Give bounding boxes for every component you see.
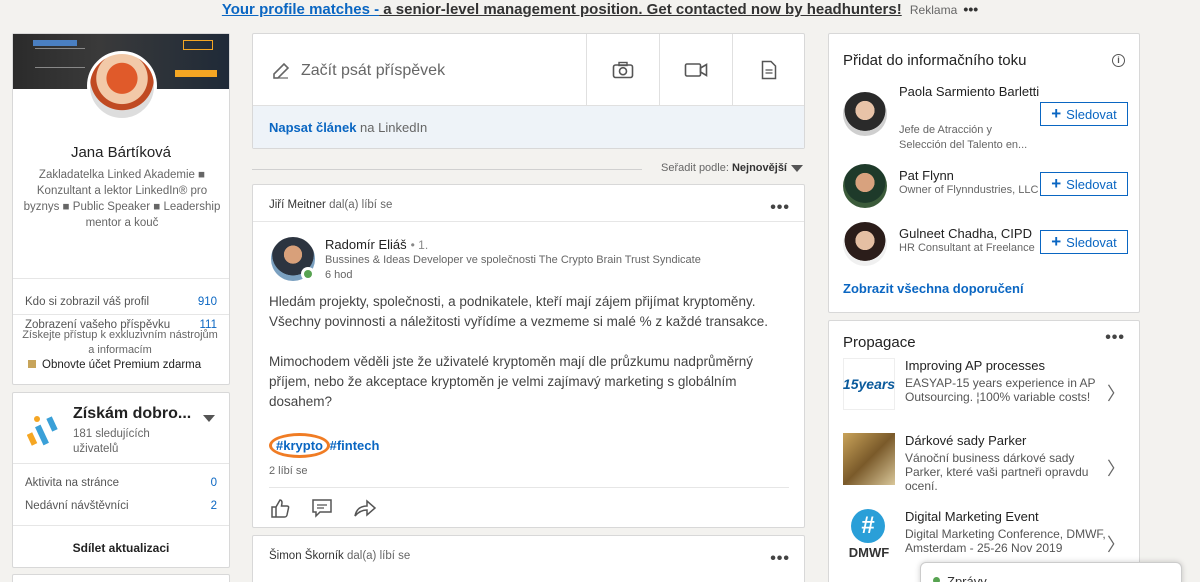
like-icon[interactable] <box>269 497 293 519</box>
post-composer: Začít psát příspěvek Napsat článek na Li… <box>252 33 805 149</box>
top-ad-banner[interactable]: Your profile matches - a senior-level ma… <box>0 0 1200 20</box>
promotions-title: Propagace <box>843 334 916 351</box>
promo-more-icon[interactable]: ••• <box>1105 329 1125 347</box>
stat-page-activity[interactable]: Aktivita na stránce 0 <box>25 477 217 489</box>
comment-icon[interactable] <box>311 497 335 519</box>
profile-name[interactable]: Jana Bártíková <box>13 144 229 161</box>
video-button[interactable] <box>659 34 732 106</box>
write-article-link[interactable]: Napsat článek na LinkedIn <box>269 120 427 135</box>
premium-icon <box>28 360 36 368</box>
document-icon <box>761 60 777 80</box>
pencil-icon <box>273 62 290 79</box>
camera-icon <box>612 61 634 79</box>
suggestions-title: Přidat do informačního toku <box>843 52 1027 69</box>
feed-sort[interactable]: Seřadit podle: Nejnovější <box>252 162 805 178</box>
promo-item[interactable]: 15years Improving AP processes EASYAP-15… <box>843 358 1135 420</box>
follow-button[interactable]: + Sledovat <box>1040 230 1128 254</box>
post-time: 6 hod <box>325 269 353 281</box>
suggestion-title: Jefe de Atracción y Selección del Talent… <box>899 124 1028 151</box>
promo-thumbnail: 15years <box>843 358 895 410</box>
info-icon[interactable]: i <box>1112 54 1125 67</box>
liker-name[interactable]: Jiří Meitner <box>269 199 326 211</box>
promotions-card: Propagace ••• 15years Improving AP proce… <box>828 320 1140 582</box>
messaging-panel[interactable]: Zprávy <box>920 562 1182 582</box>
premium-link[interactable]: Obnovte účet Premium zdarma <box>28 359 201 371</box>
sort-label: Seřadit podle: <box>661 162 732 174</box>
stat-profile-views[interactable]: Kdo si zobrazil váš profil 910 <box>25 296 217 308</box>
post-social-context: Šimon Škorník dal(a) líbí se <box>269 550 411 562</box>
stat-recent-visitors[interactable]: Nedávní návštěvníci 2 <box>25 500 217 512</box>
feed-post: Jiří Meitner dal(a) líbí se ••• Radomír … <box>252 184 805 528</box>
post-more-icon[interactable]: ••• <box>770 199 790 217</box>
post-likes-count[interactable]: 2 líbí se <box>269 465 308 477</box>
follow-button[interactable]: + Sledovat <box>1040 172 1128 196</box>
feed-post: Šimon Škorník dal(a) líbí se ••• <box>252 535 805 582</box>
chevron-down-icon[interactable] <box>203 415 215 422</box>
company-page-card: Získám dobro... 181 sledujících uživatel… <box>12 392 230 568</box>
promo-item[interactable]: Dárkové sady Parker Vánoční business dár… <box>843 433 1135 495</box>
author-headline: Bussines & Ideas Developer ve společnost… <box>325 254 701 266</box>
start-post-button[interactable]: Začít psát příspěvek <box>271 61 445 81</box>
share-update-button[interactable]: Sdílet aktualizaci <box>13 541 229 555</box>
promo-title[interactable]: Digital Marketing Event <box>905 509 1039 524</box>
follow-button[interactable]: + Sledovat <box>1040 102 1128 126</box>
messaging-label[interactable]: Zprávy <box>947 574 987 582</box>
left-bottom-card <box>12 574 230 582</box>
author-name[interactable]: Radomír Eliáš • 1. <box>325 237 428 252</box>
hashtag-krypto[interactable]: #krypto <box>269 433 330 458</box>
chevron-down-icon[interactable] <box>791 165 803 172</box>
profile-avatar[interactable] <box>87 51 157 121</box>
online-status-icon <box>933 577 940 582</box>
company-page-title[interactable]: Získám dobro... <box>73 405 191 423</box>
company-logo-icon <box>27 416 58 446</box>
promo-description: Vánoční business dárkové sady Parker, kt… <box>905 451 1089 493</box>
document-button[interactable] <box>732 34 805 106</box>
video-camera-icon <box>684 63 708 77</box>
post-body: Hledám projekty, společnosti, a podnikat… <box>269 294 768 409</box>
ad-label: Reklama <box>909 3 958 17</box>
company-followers: 181 sledujících uživatelů <box>73 428 150 455</box>
promo-description: EASYAP-15 years experience in AP Outsour… <box>905 376 1096 404</box>
profile-headline: Zakladatelka Linked Akademie ■ Konzultan… <box>23 169 221 229</box>
post-social-context: Jiří Meitner dal(a) líbí se <box>269 199 393 211</box>
avatar[interactable] <box>843 92 887 136</box>
suggestion-item: Pat Flynn Owner of Flynndustries, LLC + S… <box>843 164 1133 218</box>
hashtag-fintech[interactable]: #fintech <box>330 438 380 453</box>
suggestion-name[interactable]: Paola Sarmiento Barletti <box>899 80 1049 104</box>
share-icon[interactable] <box>353 497 377 519</box>
suggestion-title: HR Consultant at Freelance <box>899 242 1035 254</box>
show-all-recommendations-link[interactable]: Zobrazit všechna doporučení <box>843 281 1024 296</box>
avatar[interactable] <box>843 222 887 266</box>
promo-title[interactable]: Dárkové sady Parker <box>905 433 1026 448</box>
hashtag-logo-icon: # <box>851 509 885 543</box>
liker-name[interactable]: Šimon Škorník <box>269 550 344 562</box>
promo-thumbnail <box>843 433 895 485</box>
chevron-right-icon[interactable]: 〉 <box>1107 531 1125 557</box>
suggestion-item: Paola Sarmiento Barletti Jefe de Atracci… <box>843 80 1133 151</box>
online-status-icon <box>301 267 315 281</box>
post-hashtags: #krypto #fintech <box>269 433 379 458</box>
follow-suggestions-card: Přidat do informačního toku i Paola Sarm… <box>828 33 1140 313</box>
suggestion-item: Gulneet Chadha, CIPD HR Consultant at Fr… <box>843 222 1133 276</box>
promo-description: Digital Marketing Conference, DMWF, Amst… <box>905 527 1106 555</box>
suggestion-title: Owner of Flynndustries, LLC <box>899 184 1039 196</box>
chevron-right-icon[interactable]: 〉 <box>1107 380 1125 406</box>
chevron-right-icon[interactable]: 〉 <box>1107 455 1125 481</box>
ad-link[interactable]: Your profile matches - <box>222 1 379 18</box>
photo-button[interactable] <box>586 34 659 106</box>
post-more-icon[interactable]: ••• <box>770 550 790 568</box>
avatar[interactable] <box>843 164 887 208</box>
ad-more-icon[interactable]: ••• <box>963 1 978 17</box>
ad-text[interactable]: a senior-level management position. Get … <box>379 1 901 18</box>
promo-title[interactable]: Improving AP processes <box>905 358 1045 373</box>
promo-thumbnail: # DMWF <box>843 509 895 561</box>
premium-promo-text: Získejte přístup k exkluzivním nástrojům… <box>22 329 218 356</box>
sort-value[interactable]: Nejnovější <box>732 162 787 174</box>
